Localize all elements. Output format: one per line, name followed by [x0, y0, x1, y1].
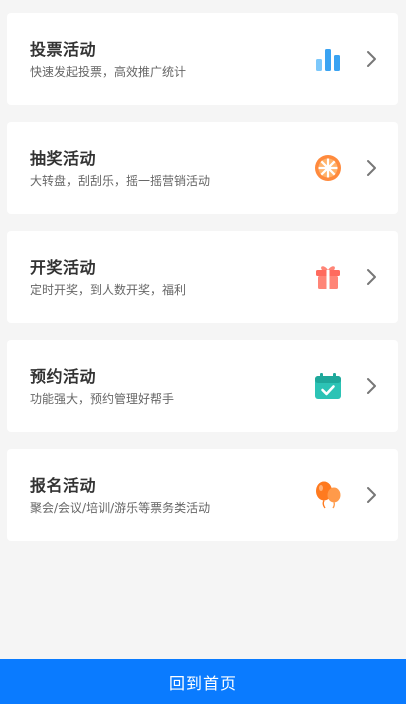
- card-text: 抽奖活动 大转盘，刮刮乐，摇一摇营销活动: [30, 148, 210, 189]
- calendar-check-icon: [313, 371, 343, 401]
- card-subtitle: 定时开奖，到人数开奖，福利: [30, 283, 187, 297]
- card-title: 投票活动: [30, 40, 97, 59]
- card-text: 开奖活动 定时开奖，到人数开奖，福利: [30, 257, 186, 298]
- card-text: 预约活动 功能强大，预约管理好帮手: [30, 366, 174, 407]
- card-subtitle: 聚会/会议/培训/游乐等票务类活动: [30, 501, 211, 515]
- card-title: 开奖活动: [30, 258, 97, 277]
- activity-card-vote[interactable]: 投票活动 快速发起投票，高效推广统计: [7, 13, 398, 105]
- card-text: 报名活动 聚会/会议/培训/游乐等票务类活动: [30, 475, 210, 516]
- chevron-right-icon: [366, 377, 378, 395]
- chevron-right-icon: [366, 486, 378, 504]
- balloon-icon: [313, 480, 343, 510]
- card-title: 报名活动: [30, 476, 97, 495]
- prize-wheel-icon: [313, 153, 343, 183]
- activity-card-draw[interactable]: 开奖活动 定时开奖，到人数开奖，福利: [7, 231, 398, 323]
- activity-card-reservation[interactable]: 预约活动 功能强大，预约管理好帮手: [7, 340, 398, 432]
- chevron-right-icon: [366, 268, 378, 286]
- card-title: 抽奖活动: [30, 149, 97, 168]
- activity-page: 投票活动 快速发起投票，高效推广统计 抽奖活动 大转盘，刮刮乐，摇一摇营销活动: [0, 0, 406, 704]
- card-text: 投票活动 快速发起投票，高效推广统计: [30, 39, 186, 80]
- back-to-home-button[interactable]: 回到首页: [0, 659, 406, 704]
- card-subtitle: 功能强大，预约管理好帮手: [30, 392, 175, 406]
- chevron-right-icon: [366, 159, 378, 177]
- activity-list: 投票活动 快速发起投票，高效推广统计 抽奖活动 大转盘，刮刮乐，摇一摇营销活动: [7, 13, 398, 558]
- card-title: 预约活动: [30, 367, 97, 386]
- activity-card-registration[interactable]: 报名活动 聚会/会议/培训/游乐等票务类活动: [7, 449, 398, 541]
- activity-card-lottery[interactable]: 抽奖活动 大转盘，刮刮乐，摇一摇营销活动: [7, 122, 398, 214]
- bar-chart-icon: [313, 44, 343, 74]
- card-subtitle: 快速发起投票，高效推广统计: [30, 65, 187, 79]
- card-subtitle: 大转盘，刮刮乐，摇一摇营销活动: [30, 174, 211, 188]
- gift-icon: [313, 262, 343, 292]
- chevron-right-icon: [366, 50, 378, 68]
